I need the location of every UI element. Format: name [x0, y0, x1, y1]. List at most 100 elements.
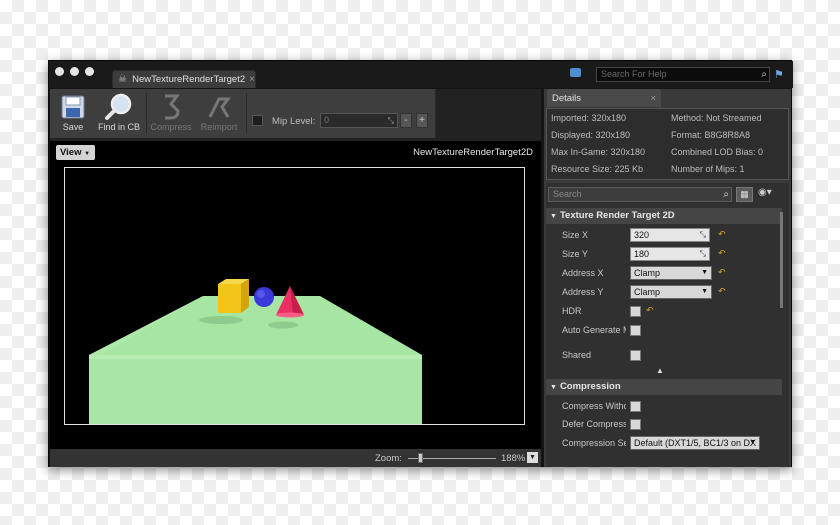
texture-info-box: Imported: 320x180 Method: Not Streamed D…	[546, 108, 789, 180]
property-panel: Search ⌕ ▦ ◉▾ ▼ Texture Render Target 2D …	[546, 183, 789, 467]
eye-icon[interactable]: ◉▾	[758, 187, 772, 198]
search-icon: ⌕	[761, 69, 767, 80]
property-row: Auto Generate M	[546, 321, 782, 340]
address-y-select[interactable]: Clamp ▼	[630, 285, 712, 299]
reset-to-default-icon[interactable]: ↶	[718, 286, 726, 297]
chevron-down-icon: ▼	[701, 288, 708, 295]
size-x-input[interactable]: 320 ⤡	[630, 228, 710, 242]
grid-view-icon[interactable]: ▦	[736, 187, 753, 202]
property-row: Address Y Clamp ▼ ↶	[546, 283, 782, 302]
save-label: Save	[62, 122, 84, 132]
compress-button[interactable]: Compress	[148, 92, 194, 136]
find-in-cb-button[interactable]: Find in CB	[96, 92, 142, 136]
find-in-cb-label: Find in CB	[97, 122, 141, 132]
chevron-down-icon: ▼	[749, 439, 756, 446]
drag-arrows-icon: ⤡	[699, 249, 706, 258]
toolbar-separator	[246, 93, 247, 133]
mip-level-value: 0	[324, 115, 330, 125]
reset-to-default-icon[interactable]: ↶	[646, 305, 654, 316]
help-search-placeholder: Search For Help	[601, 69, 667, 79]
category-texture-render-target[interactable]: ▼ Texture Render Target 2D	[546, 208, 782, 224]
window-control-dot[interactable]	[85, 67, 94, 76]
texture-viewport[interactable]: View ▼ NewTextureRenderTarget2D	[50, 141, 541, 449]
details-tab-label: Details	[552, 92, 582, 104]
save-button[interactable]: Save	[50, 92, 96, 136]
property-row: Compression Set Default (DXT1/5, BC1/3 o…	[546, 434, 782, 453]
chevron-down-icon: ▼	[550, 213, 557, 220]
zoom-slider-handle[interactable]	[418, 453, 423, 463]
chevron-down-icon: ▼	[84, 151, 91, 157]
zoom-value: 188%	[501, 453, 526, 464]
reset-to-default-icon[interactable]: ↶	[718, 248, 726, 259]
info-lod-bias: Combined LOD Bias: 0	[671, 147, 764, 157]
magnifier-icon	[105, 93, 132, 120]
size-y-value: 180	[634, 249, 650, 259]
toolbar-separator	[146, 93, 147, 133]
bookmark-icon[interactable]: ⚑	[774, 68, 784, 81]
info-displayed: Displayed: 320x180	[551, 130, 631, 140]
info-max-ingame: Max In-Game: 320x180	[551, 147, 646, 157]
compression-settings-value: Default (DXT1/5, BC1/3 on DX	[634, 438, 757, 448]
drag-arrows-icon: ⤡	[699, 230, 706, 239]
category-compression[interactable]: ▼ Compression	[546, 379, 782, 395]
help-chat-icon[interactable]	[570, 68, 581, 77]
category-label: Compression	[559, 381, 621, 392]
toolbar: Save Find in CB Compress Reimport Mip Le…	[50, 89, 436, 138]
compress-label: Compress	[150, 122, 192, 132]
mip-increase-button[interactable]: +	[416, 113, 428, 128]
close-icon[interactable]: ×	[650, 93, 656, 104]
property-row: Shared	[546, 346, 782, 365]
details-search-placeholder: Search	[553, 189, 582, 199]
close-icon[interactable]: ×	[249, 74, 255, 85]
view-menu-button[interactable]: View ▼	[56, 145, 95, 160]
defer-compression-checkbox[interactable]	[630, 419, 641, 430]
property-row: HDR ↶	[546, 302, 782, 321]
property-row: Size Y 180 ⤡ ↶	[546, 245, 782, 264]
info-method: Method: Not Streamed	[671, 113, 762, 123]
property-row: Defer Compressio	[546, 415, 782, 434]
reset-to-default-icon[interactable]: ↶	[718, 229, 726, 240]
property-label: Compression Set	[562, 438, 626, 448]
mip-level-input[interactable]: 0 ⤡	[320, 113, 398, 128]
hdr-checkbox[interactable]	[630, 306, 641, 317]
texture-view-panel: Save Find in CB Compress Reimport Mip Le…	[50, 89, 541, 467]
view-menu-label: View	[60, 147, 82, 158]
window-control-dot[interactable]	[55, 67, 64, 76]
property-label: Size Y	[562, 249, 588, 259]
reimport-icon	[208, 97, 231, 118]
help-search-input[interactable]: Search For Help ⌕	[596, 67, 770, 82]
compress-without-alpha-checkbox[interactable]	[630, 401, 641, 412]
mip-level-checkbox[interactable]	[252, 115, 263, 126]
size-y-input[interactable]: 180 ⤡	[630, 247, 710, 261]
info-format: Format: B8G8R8A8	[671, 130, 751, 140]
reimport-button[interactable]: Reimport	[196, 92, 242, 136]
size-x-value: 320	[634, 230, 650, 240]
category-label: Texture Render Target 2D	[559, 210, 675, 221]
texture-icon: ☠	[118, 74, 127, 85]
title-bar: ☠ NewTextureRenderTarget2 × Search For H…	[49, 61, 793, 88]
zoom-dropdown-button[interactable]: ▼	[527, 452, 538, 463]
info-imported: Imported: 320x180	[551, 113, 627, 123]
render-target-image	[89, 279, 422, 424]
expand-advanced-icon[interactable]: ▲	[656, 366, 664, 375]
property-label: Size X	[562, 230, 589, 240]
compression-settings-select[interactable]: Default (DXT1/5, BC1/3 on DX ▼	[630, 436, 760, 450]
window-control-dot[interactable]	[70, 67, 79, 76]
reset-to-default-icon[interactable]: ↶	[718, 267, 726, 278]
property-label: Address X	[562, 268, 604, 278]
document-tab[interactable]: ☠ NewTextureRenderTarget2 ×	[112, 70, 256, 88]
zoom-bar: Zoom: 188% ▼	[50, 449, 541, 467]
property-label: Auto Generate M	[562, 325, 626, 335]
shared-checkbox[interactable]	[630, 350, 641, 361]
mip-decrease-button[interactable]: -	[400, 113, 412, 128]
texture-preview	[64, 167, 525, 425]
property-label: Shared	[562, 350, 592, 360]
details-panel: Details × Imported: 320x180 Method: Not …	[544, 89, 791, 467]
details-search-input[interactable]: Search ⌕	[548, 187, 732, 202]
property-label: Compress Withou	[562, 401, 626, 411]
document-tab-title: NewTextureRenderTarget2	[132, 74, 246, 85]
auto-generate-mips-checkbox[interactable]	[630, 325, 641, 336]
compress-icon	[165, 94, 180, 120]
address-x-select[interactable]: Clamp ▼	[630, 266, 712, 280]
details-tab[interactable]: Details ×	[547, 89, 661, 107]
